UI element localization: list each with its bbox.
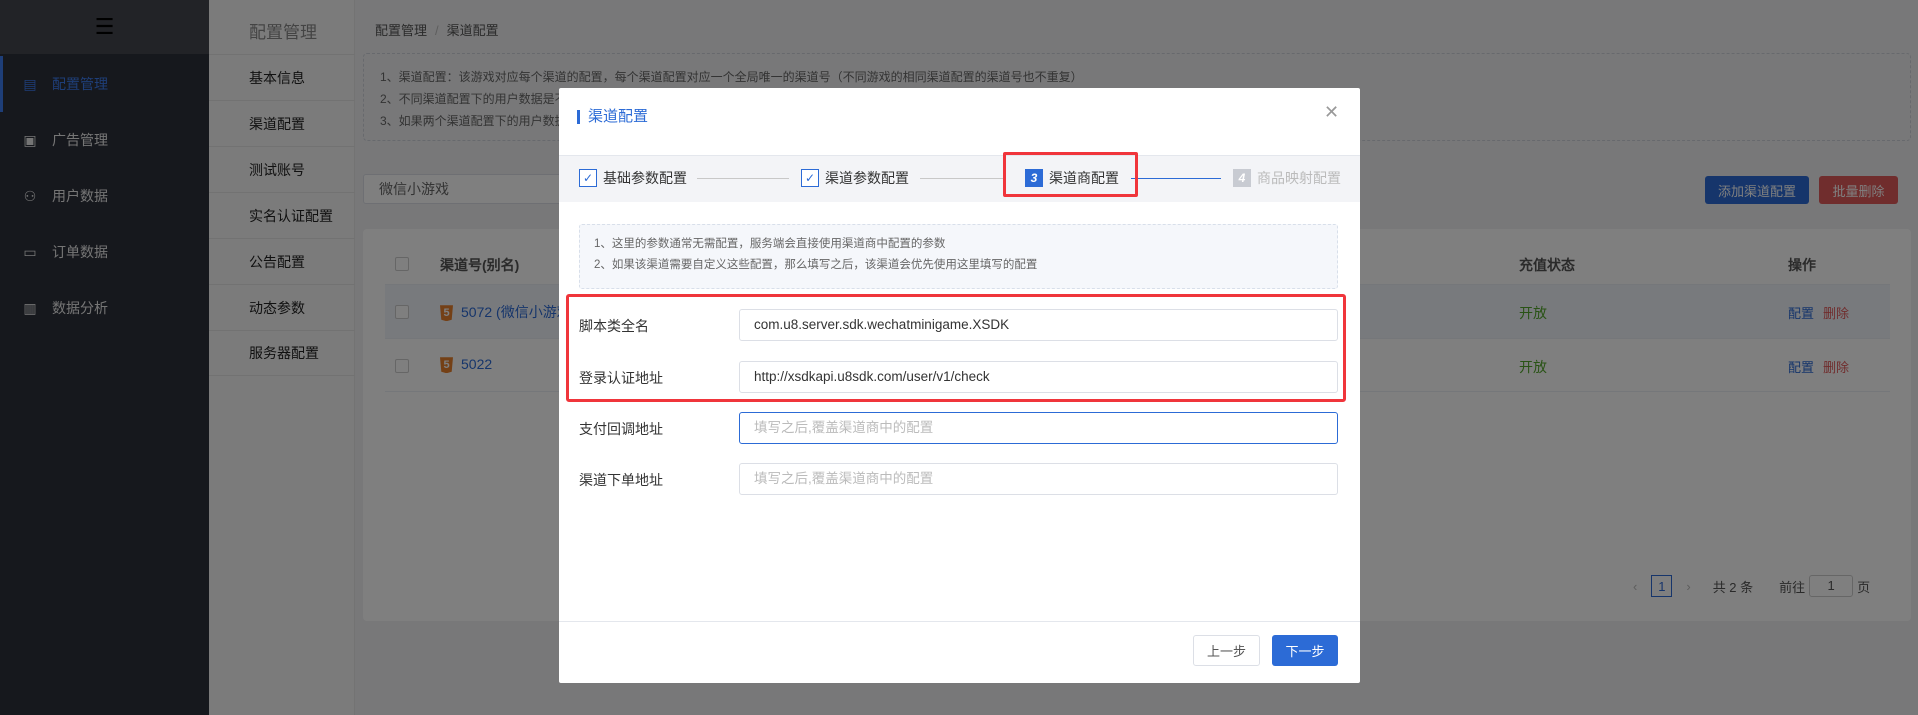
step-connector bbox=[697, 178, 789, 179]
pay-callback-url-input[interactable]: 填写之后,覆盖渠道商中的配置 bbox=[739, 412, 1338, 444]
divider bbox=[559, 621, 1360, 622]
step-label: 渠道参数配置 bbox=[825, 170, 909, 186]
step-connector bbox=[920, 178, 1004, 179]
channel-config-dialog: 渠道配置 ✕ ✓ 基础参数配置 ✓ 渠道参数配置 3 渠道商配置 4 商品映射配置 1、… bbox=[559, 88, 1360, 683]
dialog-title: 渠道配置 bbox=[577, 109, 648, 124]
order-url-input[interactable]: 填写之后,覆盖渠道商中的配置 bbox=[739, 463, 1338, 495]
step-channel-params[interactable]: ✓ 渠道参数配置 bbox=[801, 168, 909, 188]
highlight-box bbox=[1003, 152, 1138, 197]
notice-line: 1、这里的参数通常无需配置，服务端会直接使用渠道商中配置的参数 bbox=[594, 238, 946, 250]
notice-line: 2、如果该渠道需要自定义这些配置，那么填写之后，该渠道会优先使用这里填写的配置 bbox=[594, 259, 1038, 271]
check-icon: ✓ bbox=[801, 169, 819, 187]
step-product-mapping[interactable]: 4 商品映射配置 bbox=[1233, 168, 1341, 188]
highlight-box bbox=[566, 294, 1346, 402]
field-label: 渠道下单地址 bbox=[579, 472, 663, 488]
step-basic-params[interactable]: ✓ 基础参数配置 bbox=[579, 168, 687, 188]
prev-step-button[interactable]: 上一步 bbox=[1193, 635, 1260, 666]
pay-callback-url-field: 支付回调地址 填写之后,覆盖渠道商中的配置 bbox=[579, 412, 1338, 444]
order-url-field: 渠道下单地址 填写之后,覆盖渠道商中的配置 bbox=[579, 463, 1338, 495]
check-icon: ✓ bbox=[579, 169, 597, 187]
step-label: 基础参数配置 bbox=[603, 170, 687, 186]
notice-box: 1、这里的参数通常无需配置，服务端会直接使用渠道商中配置的参数 2、如果该渠道需… bbox=[579, 224, 1338, 289]
next-step-button[interactable]: 下一步 bbox=[1272, 635, 1338, 666]
field-label: 支付回调地址 bbox=[579, 421, 663, 437]
step-number: 4 bbox=[1233, 169, 1251, 187]
step-label: 商品映射配置 bbox=[1257, 170, 1341, 186]
steps-bar: ✓ 基础参数配置 ✓ 渠道参数配置 3 渠道商配置 4 商品映射配置 bbox=[559, 155, 1360, 202]
close-icon[interactable]: ✕ bbox=[1324, 102, 1339, 123]
step-connector bbox=[1131, 178, 1221, 179]
